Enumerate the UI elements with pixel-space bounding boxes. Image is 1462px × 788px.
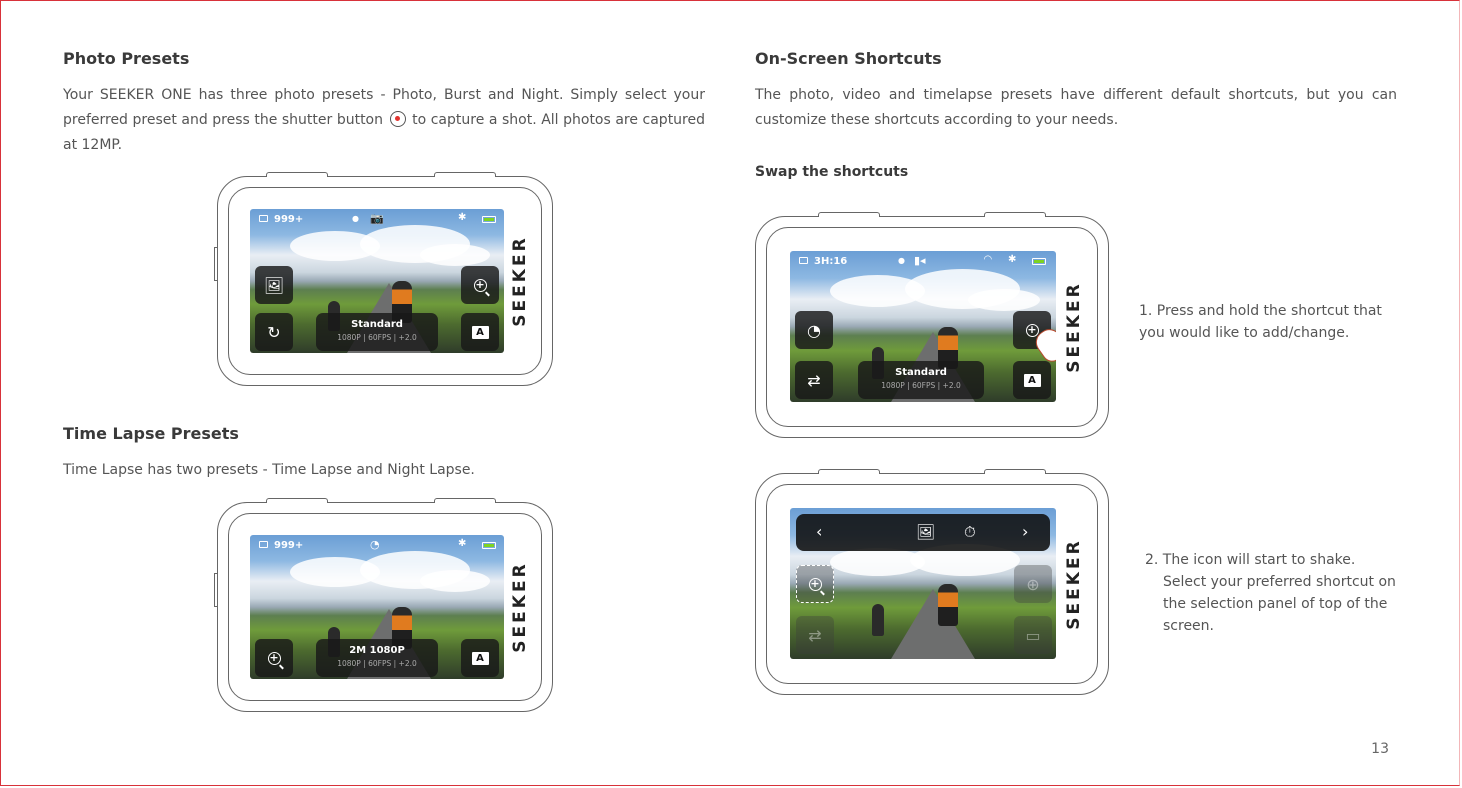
video-icon: ▮◂ (914, 254, 926, 267)
brand-label: SEEKER (510, 235, 530, 327)
mode-name: Standard (351, 319, 403, 330)
camera-device-video: 3H:16 ● ▮◂ ◠ ✱ ◔ ⇄ A Standard 1080P | 60… (755, 212, 1109, 438)
bluetooth-icon: ✱ (1008, 254, 1017, 265)
device-top-button (266, 172, 328, 177)
camera-screen-video: 3H:16 ● ▮◂ ◠ ✱ ◔ ⇄ A Standard 1080P | 60… (790, 251, 1056, 402)
device-top-button (984, 212, 1046, 217)
chevron-left-icon[interactable]: ‹ (816, 522, 822, 541)
bluetooth-icon: ✱ (458, 212, 467, 223)
lens-switch-icon[interactable]: ⇄ (796, 616, 834, 654)
photo-presets-text: Your SEEKER ONE has three photo presets … (63, 83, 705, 158)
step-2-line1: 2. The icon will start to shake. (1145, 552, 1356, 568)
battery-icon (482, 542, 496, 549)
auto-icon: A (1023, 373, 1041, 387)
remaining-time: 3H:16 (814, 256, 848, 267)
auto-exposure-button[interactable]: A (461, 313, 499, 351)
camera-screen-photo: 999+ ● 📷 ✱ 🖼 ↻ A Standard 1080P | 60FPS … (250, 209, 504, 353)
on-screen-shortcuts-text: The photo, video and timelapse presets h… (755, 87, 1397, 128)
mode-name: Standard (895, 367, 947, 378)
camera-screen-select: ‹ 🖼 ⏱ › ⇄ ⊕ ▭ (790, 508, 1056, 659)
mode-specs: 1080P | 60FPS | +2.0 (337, 333, 417, 342)
dot-icon: ● (898, 256, 905, 265)
photo-mode-switch-icon[interactable]: ↻ (255, 313, 293, 351)
on-screen-shortcuts-heading: On-Screen Shortcuts (755, 49, 942, 68)
brand-label: SEEKER (1064, 281, 1084, 373)
status-bar: 999+ ◔ ✱ (250, 535, 504, 555)
auto-icon: A (471, 651, 489, 665)
sd-card-icon (259, 541, 268, 548)
page-number: 13 (1371, 741, 1389, 757)
mode-specs: 1080P | 60FPS | +2.0 (881, 381, 961, 390)
sd-card-icon (799, 257, 808, 264)
zoom-icon (473, 278, 487, 292)
selection-panel[interactable]: ‹ 🖼 ⏱ › (796, 514, 1050, 551)
camera-device-timelapse: 999+ ◔ ✱ A 2M 1080P 1080P | 60FPS | +2.0… (214, 498, 553, 712)
mode-specs: 1080P | 60FPS | +2.0 (337, 659, 417, 668)
slow-motion-icon[interactable]: ◔ (795, 311, 833, 349)
zoom-button-shaking[interactable] (796, 565, 834, 603)
camera-screen-timelapse: 999+ ◔ ✱ A 2M 1080P 1080P | 60FPS | +2.0 (250, 535, 504, 679)
wifi-icon: ◠ (984, 254, 992, 265)
device-top-button (984, 469, 1046, 474)
chevron-right-icon[interactable]: › (1022, 522, 1028, 541)
mode-pill[interactable]: 2M 1080P 1080P | 60FPS | +2.0 (316, 639, 438, 677)
device-side-button (214, 247, 218, 281)
device-top-button (434, 498, 496, 503)
bluetooth-icon: ✱ (458, 538, 467, 549)
device-top-button (434, 172, 496, 177)
status-bar: 999+ ● 📷 ✱ (250, 209, 504, 229)
time-lapse-presets-heading: Time Lapse Presets (63, 424, 239, 443)
manual-page: Photo Presets Your SEEKER ONE has three … (0, 0, 1460, 786)
zoom-button-faded[interactable]: ⊕ (1014, 565, 1052, 603)
gallery-add-icon[interactable]: 🖼 (255, 266, 293, 304)
auto-exposure-button[interactable]: A (1013, 361, 1051, 399)
zoom-icon (1025, 323, 1039, 337)
sd-card-icon (259, 215, 268, 222)
shutter-button-icon (389, 111, 406, 127)
camera-device-photo: 999+ ● 📷 ✱ 🖼 ↻ A Standard 1080P | 60FPS … (214, 172, 553, 386)
auto-exposure-button[interactable]: A (461, 639, 499, 677)
auto-icon: A (471, 325, 489, 339)
step-1-text: 1. Press and hold the shortcut that you … (1139, 303, 1382, 341)
device-top-button (818, 212, 880, 217)
device-side-button (214, 573, 218, 607)
battery-icon (482, 216, 496, 223)
brand-label: SEEKER (510, 561, 530, 653)
battery-icon (1032, 258, 1046, 265)
step-2-rest: Select your preferred shortcut on the se… (1163, 574, 1396, 634)
photo-count: 999+ (274, 540, 304, 551)
mode-pill[interactable]: Standard 1080P | 60FPS | +2.0 (316, 313, 438, 351)
photo-presets-heading: Photo Presets (63, 49, 190, 68)
device-top-button (818, 469, 880, 474)
time-lapse-text: Time Lapse has two presets - Time Lapse … (63, 462, 475, 478)
zoom-button[interactable] (255, 639, 293, 677)
step-2-text: 2. The icon will start to shake. Select y… (1145, 549, 1409, 637)
mode-name: 2M 1080P (349, 645, 405, 656)
timelapse-icon: ◔ (370, 538, 380, 551)
zoom-icon (808, 577, 822, 591)
lens-switch-icon[interactable]: ⇄ (795, 361, 833, 399)
device-top-button (266, 498, 328, 503)
zoom-button[interactable] (461, 266, 499, 304)
photo-count: 999+ (274, 214, 304, 225)
swap-shortcuts-heading: Swap the shortcuts (755, 164, 909, 180)
zoom-icon (267, 651, 281, 665)
status-bar: 3H:16 ● ▮◂ ◠ ✱ (790, 251, 1056, 271)
timer-icon[interactable]: ⏱ (964, 523, 976, 541)
camera-icon: 📷 (370, 212, 384, 225)
camera-device-select: ‹ 🖼 ⏱ › ⇄ ⊕ ▭ SEEKER (755, 469, 1109, 695)
auto-exposure-button-faded[interactable]: ▭ (1014, 616, 1052, 654)
brand-label: SEEKER (1064, 538, 1084, 630)
mode-pill[interactable]: Standard 1080P | 60FPS | +2.0 (858, 361, 984, 399)
dot-icon: ● (352, 214, 359, 223)
gallery-add-icon[interactable]: 🖼 (916, 523, 935, 541)
